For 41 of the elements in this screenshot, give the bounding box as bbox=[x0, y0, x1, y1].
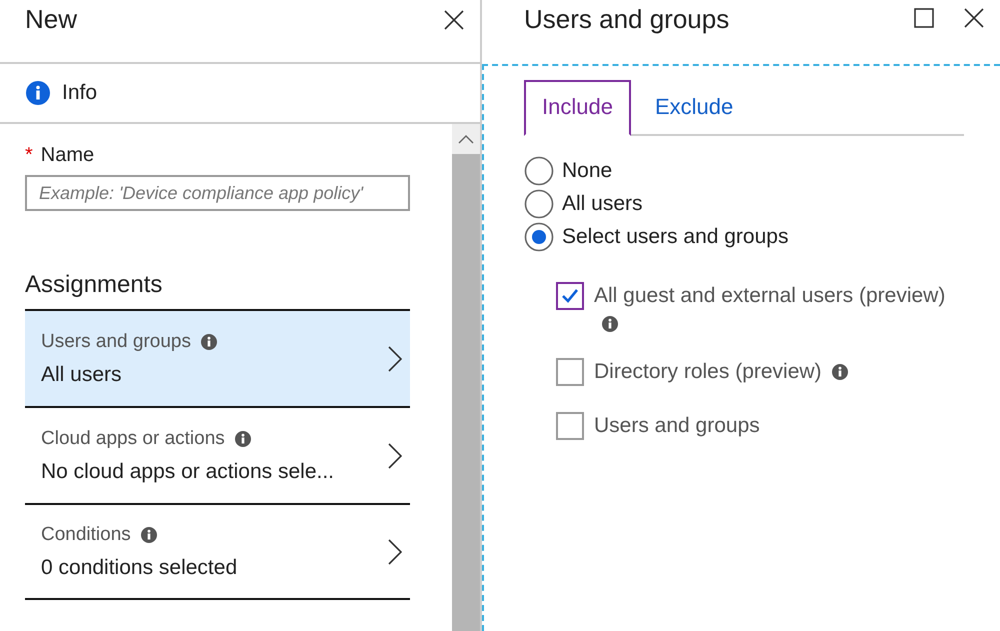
panel-title: Users and groups bbox=[524, 4, 730, 34]
scroll-up-icon[interactable] bbox=[458, 134, 474, 144]
info-icon bbox=[26, 81, 50, 105]
radio-button[interactable] bbox=[524, 189, 554, 219]
info-icon bbox=[234, 430, 251, 446]
chevron-right-icon bbox=[388, 346, 402, 372]
checkbox-label: All guest and external users (preview) bbox=[594, 284, 946, 308]
radio-label: Select users and groups bbox=[562, 225, 788, 249]
checkbox[interactable] bbox=[556, 412, 584, 440]
assignment-value: 0 conditions selected bbox=[41, 556, 238, 580]
checkbox[interactable] bbox=[556, 282, 584, 310]
maximize-icon[interactable] bbox=[914, 8, 934, 28]
panel-title: New bbox=[25, 4, 78, 34]
info-icon bbox=[140, 526, 157, 542]
assignment-label: Users and groups bbox=[41, 330, 191, 352]
checkbox[interactable] bbox=[556, 358, 584, 386]
radio-button[interactable] bbox=[524, 222, 554, 252]
name-input-field[interactable]: Example: 'Device compliance app policy' bbox=[25, 175, 410, 211]
assignment-label: Cloud apps or actions bbox=[41, 428, 225, 450]
field-label: Name bbox=[40, 144, 94, 167]
close-icon[interactable] bbox=[444, 10, 464, 30]
required-asterisk: * bbox=[25, 144, 33, 167]
radio-button[interactable] bbox=[524, 156, 554, 186]
radio-label: None bbox=[562, 159, 612, 183]
checkbox-label: Directory roles (preview) bbox=[594, 360, 822, 384]
checkbox-label: Users and groups bbox=[594, 414, 760, 438]
assignment-value: No cloud apps or actions sele... bbox=[41, 460, 334, 484]
close-icon[interactable] bbox=[964, 8, 984, 28]
assignment-item[interactable]: Conditions 0 conditions selected bbox=[25, 503, 410, 600]
chevron-right-icon bbox=[388, 538, 402, 564]
assignment-item[interactable]: Cloud apps or actions No cloud apps or actions sele... bbox=[25, 406, 410, 503]
info-link[interactable]: Info bbox=[62, 81, 98, 105]
tab[interactable]: Include bbox=[524, 80, 631, 136]
assignment-value: All users bbox=[41, 362, 123, 386]
scrollbar[interactable] bbox=[452, 124, 480, 631]
assignment-label: Conditions bbox=[41, 524, 131, 546]
radio-label: All users bbox=[562, 192, 643, 216]
assignment-item[interactable]: Users and groups All users bbox=[25, 309, 410, 406]
chevron-right-icon bbox=[388, 442, 402, 468]
section-title: Assignments bbox=[25, 271, 164, 299]
info-icon bbox=[200, 334, 217, 350]
